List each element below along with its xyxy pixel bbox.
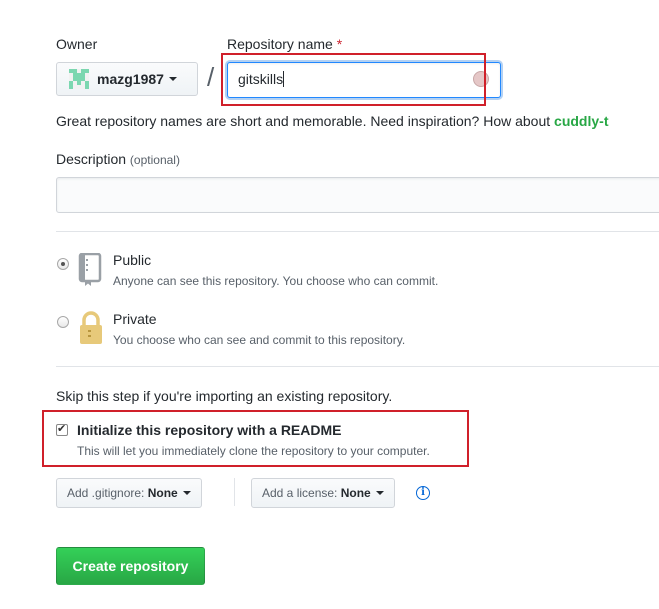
license-prefix: Add a license: [262,486,338,500]
slash-separator: / [207,62,215,92]
gitignore-select[interactable]: Add .gitignore: None [56,478,202,508]
highlight-box-readme [42,410,469,467]
gitignore-prefix: Add .gitignore: [67,486,145,500]
identicon-avatar [69,69,89,89]
hint-text: Great repository names are short and mem… [56,113,555,129]
repository-name-label: Repository name * [227,36,342,52]
owner-label: Owner [56,36,98,52]
license-select[interactable]: Add a license: None [251,478,395,508]
owner-username: mazg1987 [97,71,164,87]
required-mark: * [336,36,343,52]
caret-down-icon [375,491,384,495]
skip-step-text: Skip this step if you're importing an ex… [56,388,393,404]
public-note: Anyone can see this repository. You choo… [113,274,439,288]
caret-down-icon [182,491,191,495]
create-repository-button[interactable]: Create repository [56,547,205,585]
owner-select[interactable]: mazg1987 [56,62,198,96]
description-input[interactable] [56,177,659,213]
description-optional: (optional) [129,153,180,167]
divider [56,231,659,232]
repository-name-hint: Great repository names are short and mem… [56,113,609,129]
public-title: Public [113,252,152,268]
highlight-box-repository-name [221,53,486,106]
repository-name-label-text: Repository name [227,36,333,52]
gitignore-value: None [147,486,178,500]
vertical-separator [234,478,235,506]
info-icon[interactable]: i [416,486,430,500]
caret-down-icon [168,77,177,81]
license-value: None [340,486,371,500]
name-suggestion[interactable]: cuddly-t [554,113,608,129]
private-note: You choose who can see and commit to thi… [113,333,406,347]
repo-book-icon [78,253,102,286]
private-title: Private [113,311,157,327]
description-label-text: Description [56,151,127,167]
public-radio[interactable] [57,258,69,270]
divider [56,366,659,367]
description-label: Description (optional) [56,151,180,167]
lock-icon [80,311,102,344]
private-radio[interactable] [57,316,69,328]
